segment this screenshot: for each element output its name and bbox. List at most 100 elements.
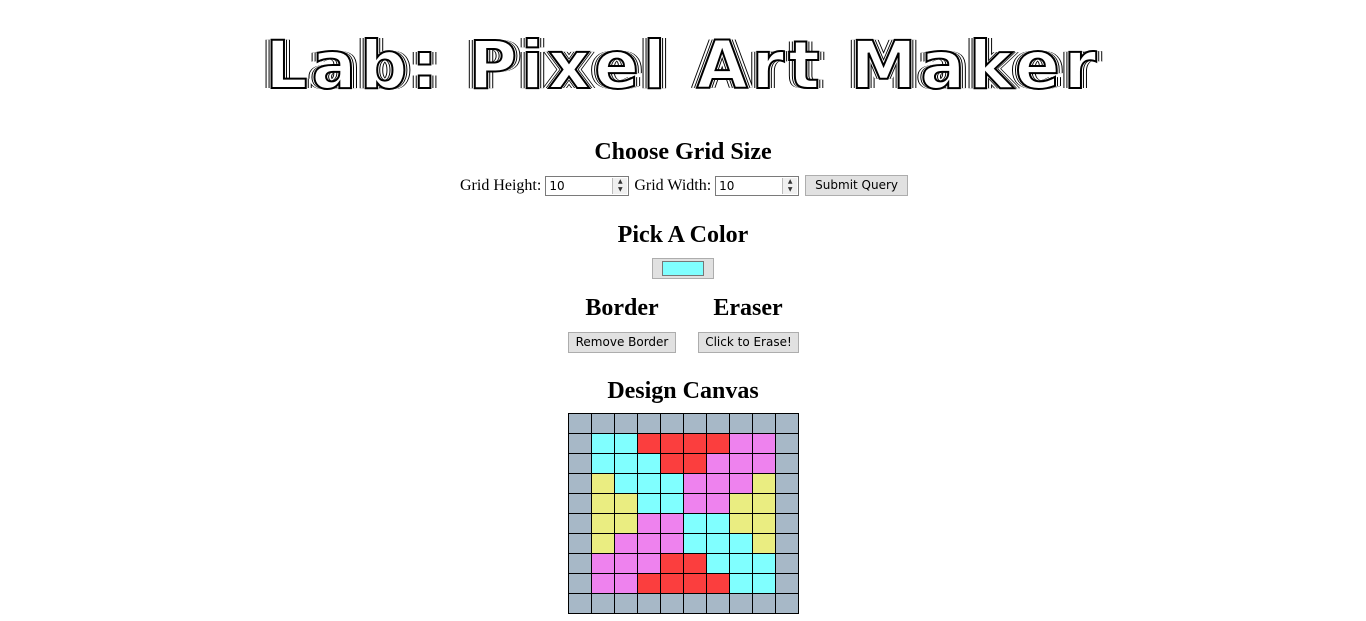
canvas-cell[interactable] [729, 473, 753, 494]
canvas-cell[interactable] [706, 453, 730, 474]
canvas-cell[interactable] [614, 533, 638, 554]
canvas-cell[interactable] [775, 413, 799, 434]
canvas-cell[interactable] [660, 513, 684, 534]
canvas-cell[interactable] [660, 533, 684, 554]
canvas-cell[interactable] [614, 453, 638, 474]
canvas-cell[interactable] [752, 473, 776, 494]
erase-button[interactable]: Click to Erase! [698, 332, 799, 353]
grid-width-input[interactable]: 10 ▲ ▼ [715, 175, 800, 196]
canvas-cell[interactable] [637, 513, 661, 534]
canvas-cell[interactable] [568, 413, 592, 434]
grid-height-spinner[interactable]: ▲ ▼ [612, 177, 628, 194]
canvas-cell[interactable] [752, 433, 776, 454]
canvas-cell[interactable] [637, 433, 661, 454]
canvas-cell[interactable] [568, 593, 592, 614]
canvas-cell[interactable] [706, 513, 730, 534]
canvas-cell[interactable] [775, 553, 799, 574]
canvas-cell[interactable] [614, 473, 638, 494]
canvas-cell[interactable] [729, 573, 753, 594]
pixel-canvas[interactable] [568, 413, 799, 614]
canvas-cell[interactable] [683, 493, 707, 514]
canvas-cell[interactable] [660, 493, 684, 514]
canvas-cell[interactable] [752, 593, 776, 614]
canvas-cell[interactable] [614, 593, 638, 614]
canvas-cell[interactable] [729, 453, 753, 474]
canvas-cell[interactable] [591, 573, 615, 594]
canvas-cell[interactable] [660, 473, 684, 494]
spin-up-icon[interactable]: ▲ [783, 177, 798, 186]
canvas-cell[interactable] [591, 513, 615, 534]
canvas-cell[interactable] [660, 453, 684, 474]
canvas-cell[interactable] [752, 573, 776, 594]
canvas-cell[interactable] [637, 573, 661, 594]
canvas-cell[interactable] [591, 413, 615, 434]
canvas-cell[interactable] [568, 433, 592, 454]
canvas-cell[interactable] [637, 533, 661, 554]
remove-border-button[interactable]: Remove Border [568, 332, 676, 353]
canvas-cell[interactable] [752, 553, 776, 574]
grid-height-input[interactable]: 10 ▲ ▼ [545, 175, 630, 196]
canvas-cell[interactable] [775, 493, 799, 514]
canvas-cell[interactable] [775, 513, 799, 534]
canvas-cell[interactable] [568, 493, 592, 514]
canvas-cell[interactable] [729, 513, 753, 534]
canvas-cell[interactable] [614, 493, 638, 514]
canvas-cell[interactable] [683, 413, 707, 434]
canvas-cell[interactable] [591, 553, 615, 574]
canvas-cell[interactable] [614, 433, 638, 454]
canvas-cell[interactable] [706, 533, 730, 554]
canvas-cell[interactable] [637, 453, 661, 474]
canvas-cell[interactable] [568, 453, 592, 474]
canvas-cell[interactable] [568, 573, 592, 594]
canvas-cell[interactable] [568, 513, 592, 534]
canvas-cell[interactable] [775, 473, 799, 494]
canvas-cell[interactable] [683, 473, 707, 494]
canvas-cell[interactable] [568, 473, 592, 494]
canvas-cell[interactable] [637, 473, 661, 494]
canvas-cell[interactable] [706, 433, 730, 454]
canvas-cell[interactable] [683, 433, 707, 454]
canvas-cell[interactable] [683, 573, 707, 594]
canvas-cell[interactable] [637, 593, 661, 614]
color-picker[interactable] [652, 258, 714, 279]
canvas-cell[interactable] [591, 453, 615, 474]
canvas-cell[interactable] [614, 573, 638, 594]
canvas-cell[interactable] [683, 593, 707, 614]
canvas-cell[interactable] [752, 413, 776, 434]
spin-down-icon[interactable]: ▼ [613, 185, 628, 194]
canvas-cell[interactable] [706, 593, 730, 614]
canvas-cell[interactable] [729, 493, 753, 514]
canvas-cell[interactable] [614, 413, 638, 434]
canvas-cell[interactable] [591, 493, 615, 514]
canvas-cell[interactable] [683, 533, 707, 554]
canvas-cell[interactable] [591, 593, 615, 614]
submit-button[interactable]: Submit Query [805, 175, 909, 196]
canvas-cell[interactable] [706, 413, 730, 434]
canvas-cell[interactable] [729, 533, 753, 554]
canvas-cell[interactable] [706, 493, 730, 514]
canvas-cell[interactable] [614, 513, 638, 534]
canvas-cell[interactable] [568, 553, 592, 574]
canvas-cell[interactable] [729, 413, 753, 434]
canvas-cell[interactable] [752, 453, 776, 474]
canvas-cell[interactable] [706, 573, 730, 594]
canvas-cell[interactable] [683, 553, 707, 574]
canvas-cell[interactable] [591, 473, 615, 494]
canvas-cell[interactable] [660, 413, 684, 434]
canvas-cell[interactable] [568, 533, 592, 554]
grid-width-spinner[interactable]: ▲ ▼ [782, 177, 798, 194]
canvas-cell[interactable] [683, 453, 707, 474]
canvas-cell[interactable] [706, 473, 730, 494]
canvas-cell[interactable] [775, 453, 799, 474]
canvas-cell[interactable] [660, 553, 684, 574]
canvas-cell[interactable] [752, 493, 776, 514]
canvas-cell[interactable] [591, 533, 615, 554]
canvas-cell[interactable] [775, 593, 799, 614]
canvas-cell[interactable] [729, 593, 753, 614]
canvas-cell[interactable] [706, 553, 730, 574]
canvas-cell[interactable] [637, 493, 661, 514]
canvas-cell[interactable] [637, 553, 661, 574]
canvas-cell[interactable] [775, 433, 799, 454]
canvas-cell[interactable] [775, 573, 799, 594]
canvas-cell[interactable] [729, 553, 753, 574]
